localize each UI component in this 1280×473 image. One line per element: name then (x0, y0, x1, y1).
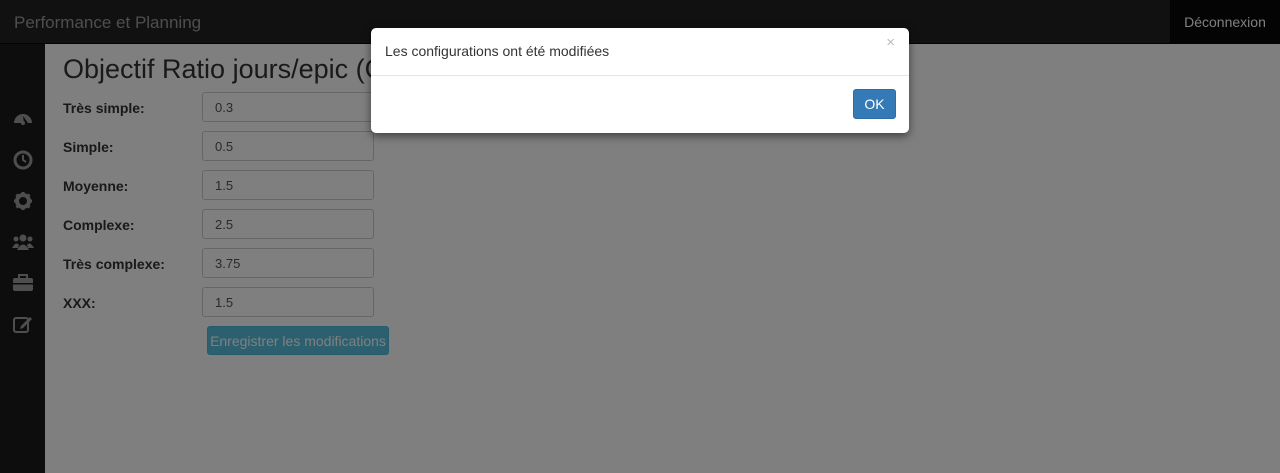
ok-button[interactable]: OK (853, 89, 896, 119)
confirmation-modal: Les configurations ont été modifiées × O… (371, 28, 909, 133)
modal-message: Les configurations ont été modifiées (385, 43, 610, 59)
close-icon[interactable]: × (886, 34, 895, 51)
modal-header: Les configurations ont été modifiées × (371, 28, 909, 76)
